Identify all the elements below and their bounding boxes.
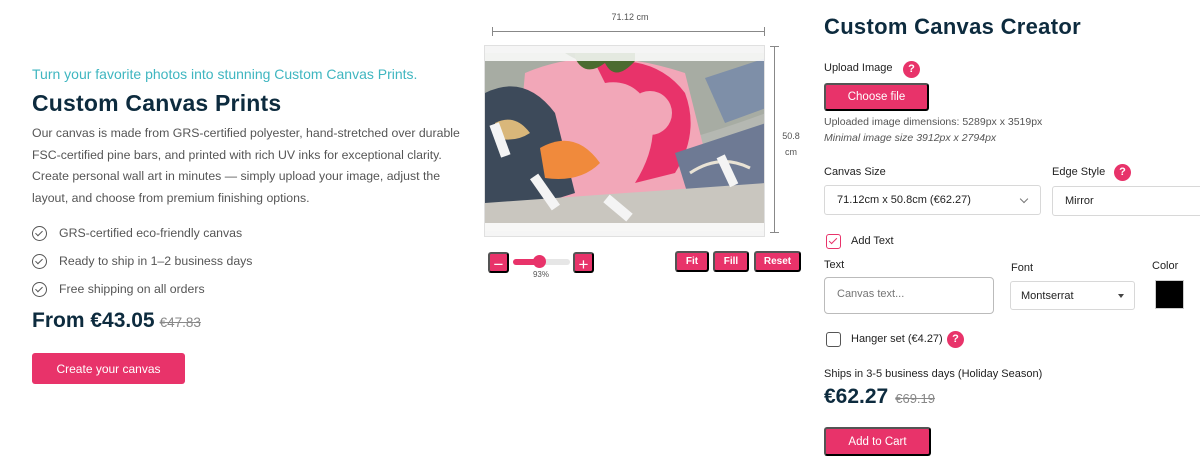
check-circle-icon [32,253,47,269]
uploaded-photo [485,53,764,231]
chevron-down-icon [1019,194,1029,204]
product-tagline: Turn your favorite photos into stunning … [32,66,418,82]
product-description: Our canvas is made from GRS-certified po… [32,126,460,205]
canvas-height-label: 50.8 cm [778,128,804,160]
fill-button[interactable]: Fill [713,251,749,272]
font-value: Montserrat [1021,289,1074,302]
product-price: From €43.05 [32,309,155,332]
zoom-percent-label: 93% [532,270,549,279]
add-text-checkbox[interactable] [826,234,841,249]
canvas-size-value: 71.12cm x 50.8cm (€62.27) [837,194,971,206]
text-field-label: Text [824,259,845,271]
total-price: €62.27 [824,385,889,408]
creator-title: Custom Canvas Creator [824,14,1081,39]
zoom-slider-thumb[interactable] [533,255,546,268]
edge-style-select[interactable]: Mirror [1052,186,1200,216]
check-circle-icon [32,225,47,241]
feature-item: Free shipping on all orders [32,275,252,303]
question-circle-icon[interactable]: ? [903,61,920,78]
hanger-set-checkbox[interactable] [826,332,841,347]
product-price-row: From €43.05 €47.83 [32,309,201,333]
add-text-label: Add Text [851,235,894,247]
check-circle-icon [32,281,47,297]
canvas-size-select[interactable]: 71.12cm x 50.8cm (€62.27) [824,185,1041,215]
feature-label: GRS-certified eco-friendly canvas [59,226,243,240]
feature-label: Free shipping on all orders [59,282,205,296]
feature-label: Ready to ship in 1–2 business days [59,254,253,268]
product-old-price: €47.83 [159,315,201,330]
feature-item: GRS-certified eco-friendly canvas [32,219,252,247]
feature-list: GRS-certified eco-friendly canvas Ready … [32,219,252,303]
add-to-cart-button[interactable]: Add to Cart [824,427,931,456]
minimal-size-text: Minimal image size 3912px x 2794px [824,132,997,144]
canvas-preview[interactable] [484,45,765,237]
canvas-size-label: Canvas Size [824,166,886,178]
shipping-note: Ships in 3-5 business days (Holiday Seas… [824,368,1043,380]
product-title: Custom Canvas Prints [32,90,282,116]
question-circle-icon[interactable]: ? [1114,164,1131,181]
question-circle-icon[interactable]: ? [947,331,964,348]
zoom-slider[interactable] [513,255,570,268]
canvas-preview-image[interactable] [485,53,764,231]
caret-down-icon [1118,294,1124,298]
upload-image-label: Upload Image [824,62,893,74]
hanger-set-label: Hanger set (€4.27) [851,333,943,345]
color-label: Color [1152,260,1179,272]
edge-style-label: Edge Style [1052,166,1106,178]
text-color-picker[interactable] [1155,280,1184,309]
total-price-row: €62.27 €69.19 [824,385,935,409]
font-label: Font [1011,262,1034,274]
uploaded-dimensions-text: Uploaded image dimensions: 5289px x 3519… [824,116,1043,128]
create-canvas-button[interactable]: Create your canvas [32,353,185,384]
fit-button[interactable]: Fit [675,251,709,272]
font-select[interactable]: Montserrat [1010,281,1135,310]
canvas-height-value: 50.8 [782,131,800,141]
canvas-width-dimension-line [492,27,765,36]
zoom-in-button[interactable]: + [573,252,594,274]
zoom-out-button[interactable]: − [488,252,509,274]
edge-style-value: Mirror [1065,195,1094,207]
canvas-height-unit: cm [785,147,797,157]
canvas-top-edge [485,53,764,61]
choose-file-button[interactable]: Choose file [824,83,929,111]
feature-item: Ready to ship in 1–2 business days [32,247,252,275]
canvas-text-input[interactable] [824,277,994,314]
total-old-price: €69.19 [895,391,935,406]
reset-button[interactable]: Reset [754,251,801,272]
canvas-width-label: 71.12 cm [611,12,649,22]
canvas-bottom-edge [485,223,764,231]
